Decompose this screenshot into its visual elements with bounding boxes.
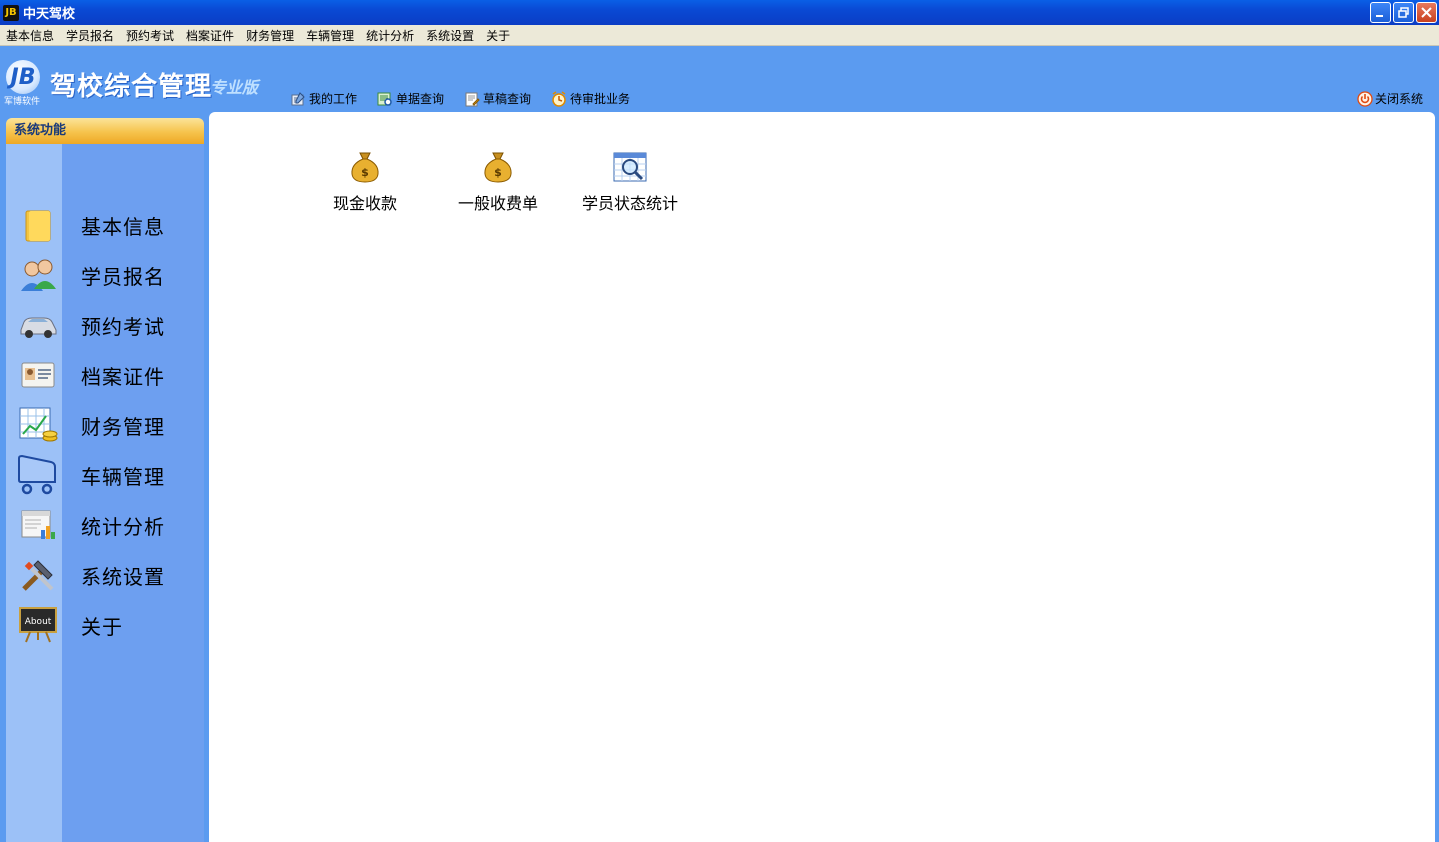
shortcut-label: 一般收费单 xyxy=(458,194,539,213)
menu-exam-booking[interactable]: 预约考试 xyxy=(120,27,180,44)
sidebar-item-statistics[interactable]: 统计分析 xyxy=(6,502,204,548)
menu-vehicles[interactable]: 车辆管理 xyxy=(300,27,360,44)
sidebar-title: 系统功能 xyxy=(6,118,204,144)
toolbar-draft-query-label: 草稿查询 xyxy=(483,92,532,106)
draft-icon xyxy=(465,92,480,106)
money-bag-symbol: $ xyxy=(494,166,502,179)
menu-statistics[interactable]: 统计分析 xyxy=(360,27,420,44)
shortcut-label: 现金收款 xyxy=(333,194,398,213)
quick-toolbar: 我的工作 单据查询 草稿查询 待审批业务 xyxy=(290,90,650,107)
sidebar-item-exam-booking[interactable]: 预约考试 xyxy=(6,302,204,348)
cart-icon xyxy=(16,453,60,497)
close-icon xyxy=(1421,7,1432,18)
stats-icon xyxy=(16,503,60,547)
brand-logo-icon: JB xyxy=(6,60,40,94)
about-board-icon: About xyxy=(16,603,60,647)
app-edition: 专业版 xyxy=(210,78,259,97)
shortcut-general-fee[interactable]: $ 一般收费单 xyxy=(458,150,538,214)
close-window-button[interactable] xyxy=(1416,2,1437,23)
about-board-text: About xyxy=(25,617,52,627)
close-system-button[interactable]: 关闭系统 xyxy=(1357,90,1423,107)
brand-sub-label: 军博软件 xyxy=(4,97,41,107)
main-content: $ 现金收款 $ 一般收费单 学员状态统计 xyxy=(209,112,1435,842)
sidebar-item-student-enroll[interactable]: 学员报名 xyxy=(6,252,204,298)
sidebar-item-label: 财务管理 xyxy=(81,414,165,439)
power-icon xyxy=(1357,90,1373,107)
document-search-icon xyxy=(377,92,392,106)
menu-bar: 基本信息 学员报名 预约考试 档案证件 财务管理 车辆管理 统计分析 系统设置 … xyxy=(0,25,1439,46)
app-title: 驾校综合管理 xyxy=(50,72,213,102)
toolbar-my-work-label: 我的工作 xyxy=(309,92,358,106)
finance-chart-icon xyxy=(16,403,60,447)
toolbar-document-query[interactable]: 单据查询 xyxy=(377,90,444,107)
shortcut-student-status-stats[interactable]: 学员状态统计 xyxy=(582,150,678,214)
sidebar-item-label: 车辆管理 xyxy=(81,464,165,489)
toolbar-draft-query[interactable]: 草稿查询 xyxy=(464,90,531,107)
sidebar-body: 基本信息 学员报名 预约考试 档案证件 财务管理 车辆管理 统计分析 系统设置 … xyxy=(6,144,204,842)
sidebar-item-label: 关于 xyxy=(81,614,123,639)
sidebar-item-label: 预约考试 xyxy=(81,314,165,339)
sidebar-item-label: 档案证件 xyxy=(81,364,165,389)
toolbar-pending-approval-label: 待审批业务 xyxy=(570,92,631,106)
money-bag-symbol: $ xyxy=(361,166,369,179)
title-bar: JB 中天驾校 xyxy=(0,0,1439,25)
approval-icon xyxy=(552,90,566,107)
toolbar-pending-approval[interactable]: 待审批业务 xyxy=(551,90,630,107)
sidebar-item-settings[interactable]: 系统设置 xyxy=(6,552,204,598)
tools-icon xyxy=(16,553,60,597)
restore-icon xyxy=(1398,7,1409,18)
minimize-icon xyxy=(1376,15,1383,17)
app-logo-icon: JB xyxy=(3,4,19,21)
folder-icon xyxy=(16,203,60,247)
users-icon xyxy=(16,253,60,297)
sidebar-item-label: 系统设置 xyxy=(81,564,165,589)
sidebar-item-label: 统计分析 xyxy=(81,514,165,539)
menu-settings[interactable]: 系统设置 xyxy=(420,27,480,44)
sidebar-item-archives[interactable]: 档案证件 xyxy=(6,352,204,398)
restore-button[interactable] xyxy=(1393,2,1414,23)
toolbar-my-work[interactable]: 我的工作 xyxy=(290,90,357,107)
sidebar-item-about[interactable]: About 关于 xyxy=(6,602,204,648)
sidebar-item-basic-info[interactable]: 基本信息 xyxy=(6,202,204,248)
menu-finance[interactable]: 财务管理 xyxy=(240,27,300,44)
car-icon xyxy=(16,303,60,347)
menu-archives[interactable]: 档案证件 xyxy=(180,27,240,44)
close-system-label: 关闭系统 xyxy=(1374,92,1423,106)
magnifier-table-icon xyxy=(613,150,647,184)
work-icon xyxy=(291,91,305,105)
money-bag-icon: $ xyxy=(481,150,515,184)
sidebar: 系统功能 基本信息 学员报名 预约考试 档案证件 财务管理 车辆管理 统计分析 … xyxy=(6,118,204,842)
toolbar-document-query-label: 单据查询 xyxy=(396,92,445,106)
window-controls xyxy=(1370,2,1437,23)
app-header: JB 军博软件 驾校综合管理 专业版 我的工作 单据查询 草稿查询 待审批业务 … xyxy=(0,46,1439,112)
menu-student-enroll[interactable]: 学员报名 xyxy=(60,27,120,44)
window-title: 中天驾校 xyxy=(23,7,76,22)
menu-about[interactable]: 关于 xyxy=(480,27,516,44)
menu-basic-info[interactable]: 基本信息 xyxy=(0,27,60,44)
shortcut-cash-receipt[interactable]: $ 现金收款 xyxy=(333,150,397,214)
id-card-icon xyxy=(16,353,60,397)
sidebar-item-label: 学员报名 xyxy=(81,264,165,289)
sidebar-item-vehicles[interactable]: 车辆管理 xyxy=(6,452,204,498)
sidebar-item-finance[interactable]: 财务管理 xyxy=(6,402,204,448)
shortcut-label: 学员状态统计 xyxy=(582,194,679,213)
money-bag-icon: $ xyxy=(348,150,382,184)
content-right-edge xyxy=(1435,112,1439,842)
minimize-button[interactable] xyxy=(1370,2,1391,23)
sidebar-item-label: 基本信息 xyxy=(81,214,165,239)
